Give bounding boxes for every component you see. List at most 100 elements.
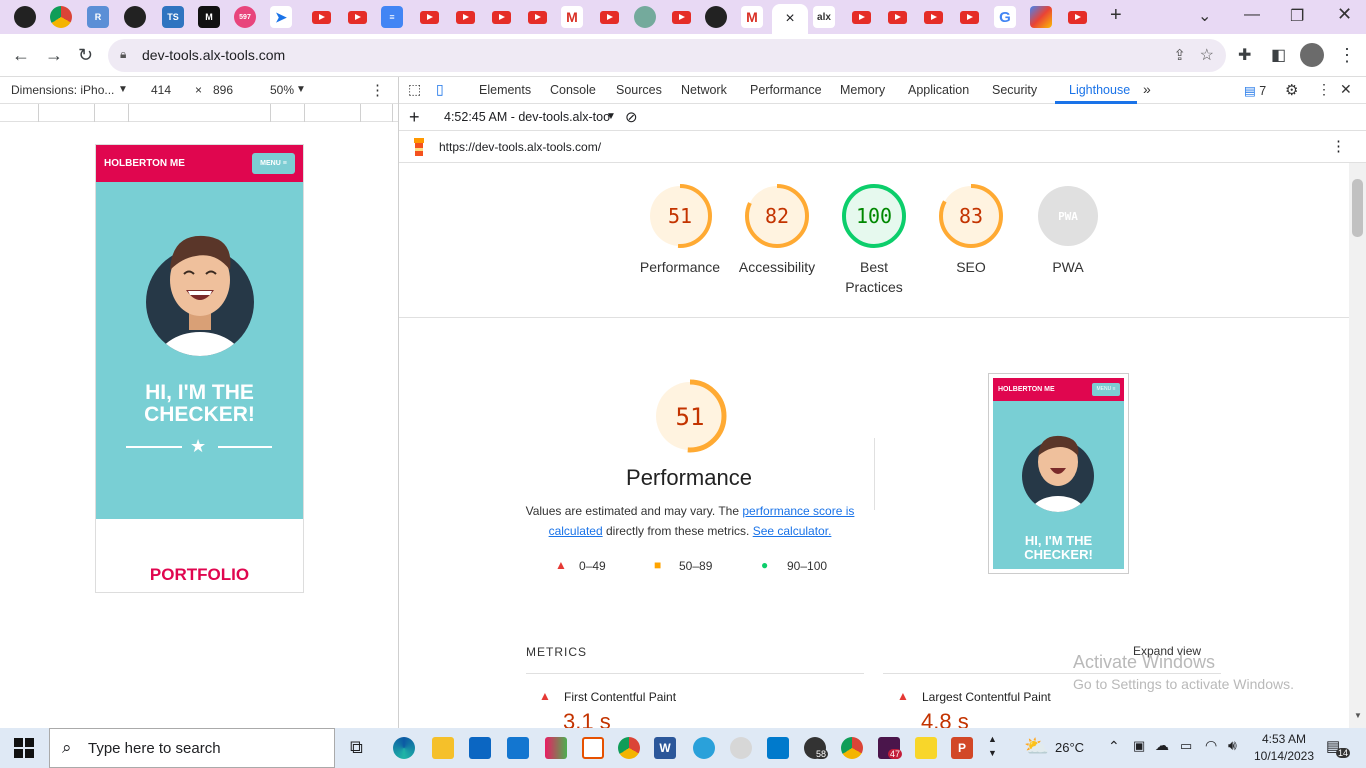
active-tab[interactable]: × bbox=[772, 4, 808, 34]
volume-icon[interactable]: 🔊︎ bbox=[1228, 737, 1237, 754]
arrow-tab[interactable]: ➤ bbox=[270, 6, 292, 28]
weather-icon[interactable]: ⛅ bbox=[1024, 734, 1049, 759]
chevron-down-icon[interactable]: ▼ bbox=[118, 84, 128, 95]
tab-search-icon[interactable]: ⌄ bbox=[1198, 6, 1211, 26]
device-toggle-icon[interactable]: ▯ bbox=[436, 81, 444, 98]
new-tab-icon[interactable]: + bbox=[1110, 4, 1122, 27]
extensions-icon[interactable]: ✚ bbox=[1238, 45, 1251, 65]
see-calculator-link[interactable]: See calculator. bbox=[753, 524, 832, 538]
report-selector[interactable]: 4:52:45 AM - dev-tools.alx-too bbox=[444, 110, 610, 124]
google-tab[interactable]: G bbox=[994, 6, 1016, 28]
github-tab[interactable] bbox=[14, 6, 36, 28]
device-width-input[interactable]: 414 bbox=[151, 83, 171, 97]
device-dimensions-select[interactable]: Dimensions: iPho... bbox=[11, 83, 114, 97]
github-tab-2[interactable] bbox=[124, 6, 146, 28]
close-tab-icon[interactable]: × bbox=[785, 10, 794, 28]
taskbar-search[interactable]: ⌕ Type here to search bbox=[49, 728, 335, 768]
slack-icon[interactable]: 47 bbox=[878, 737, 903, 759]
clock-date[interactable]: 10/14/2023 bbox=[1249, 749, 1319, 763]
settings-gear-icon[interactable]: ⚙ bbox=[1285, 81, 1298, 99]
final-screenshot[interactable]: HOLBERTON ME MENU ≡ HI, I'M THE CHECKER! bbox=[988, 373, 1129, 574]
close-devtools-icon[interactable]: ✕ bbox=[1340, 81, 1352, 98]
zoom-select[interactable]: 50% bbox=[270, 83, 294, 97]
wifi-icon[interactable]: ◠ bbox=[1205, 737, 1217, 754]
app-icon[interactable] bbox=[730, 737, 752, 759]
forward-icon[interactable]: → bbox=[45, 45, 63, 66]
chevron-down-icon[interactable]: ▼ bbox=[296, 84, 306, 95]
close-window-icon[interactable]: ✕ bbox=[1337, 4, 1352, 25]
colorful-tab[interactable] bbox=[1030, 6, 1052, 28]
chrome-icon[interactable] bbox=[618, 737, 640, 759]
clock-time[interactable]: 4:53 AM bbox=[1256, 732, 1312, 746]
medium-tab[interactable]: M bbox=[198, 6, 220, 28]
mail-icon[interactable] bbox=[507, 737, 529, 759]
chevron-down-icon[interactable]: ▼ bbox=[606, 111, 616, 122]
maximize-icon[interactable]: ❐ bbox=[1290, 6, 1304, 26]
youtube-tab[interactable] bbox=[598, 6, 620, 28]
whatsapp-icon[interactable]: 58 bbox=[804, 737, 829, 759]
inspect-element-icon[interactable]: ⬚ bbox=[408, 81, 421, 98]
score-gauge-accessibility[interactable]: 82 Accessibility bbox=[722, 183, 832, 277]
scrollbar-thumb[interactable] bbox=[1352, 179, 1363, 237]
chatgpt-tab[interactable] bbox=[634, 6, 656, 28]
report-menu-icon[interactable]: ⋮ bbox=[1331, 137, 1346, 155]
r-tab[interactable]: R bbox=[87, 6, 109, 28]
report-scrollbar[interactable]: ▼ bbox=[1349, 163, 1366, 728]
url-text[interactable]: dev-tools.alx-tools.com bbox=[142, 47, 285, 63]
docs-tab[interactable]: ≡ bbox=[381, 6, 403, 28]
gmail-tab-2[interactable]: M bbox=[741, 6, 763, 28]
app-icon[interactable] bbox=[545, 737, 567, 759]
devtools-menu-icon[interactable]: ⋮ bbox=[1317, 81, 1331, 98]
onedrive-icon[interactable]: ☁ bbox=[1155, 737, 1169, 754]
tray-chevron-icon[interactable]: ⌃ bbox=[1108, 738, 1120, 755]
chrome-icon-active[interactable] bbox=[841, 737, 863, 759]
bookmark-star-icon[interactable]: ☆ bbox=[1200, 45, 1214, 65]
tab-network[interactable]: Network bbox=[681, 83, 727, 97]
meet-icon[interactable]: ▣ bbox=[1133, 738, 1145, 754]
tab-lighthouse[interactable]: Lighthouse bbox=[1069, 83, 1130, 97]
app-icon[interactable] bbox=[582, 737, 604, 759]
score-gauge-performance[interactable]: 51 Performance bbox=[625, 183, 735, 277]
more-tabs-icon[interactable]: » bbox=[1143, 81, 1151, 97]
temperature[interactable]: 26°C bbox=[1055, 740, 1084, 755]
score-gauge-pwa[interactable]: PWA PWA bbox=[1013, 183, 1123, 277]
reload-icon[interactable]: ↻ bbox=[78, 45, 93, 66]
tab-elements[interactable]: Elements bbox=[479, 83, 531, 97]
powerpoint-icon[interactable]: P bbox=[951, 737, 973, 759]
scroll-down-icon[interactable]: ▼ bbox=[1354, 711, 1362, 720]
gmail-tab[interactable]: M bbox=[561, 6, 583, 28]
file-explorer-icon[interactable] bbox=[432, 737, 454, 759]
tab-memory[interactable]: Memory bbox=[840, 83, 885, 97]
tab-security[interactable]: Security bbox=[992, 83, 1037, 97]
side-panel-icon[interactable]: ◧ bbox=[1271, 45, 1286, 65]
youtube-tab[interactable] bbox=[454, 6, 476, 28]
omnibox[interactable]: 🔒︎ dev-tools.alx-tools.com ⇪ ☆ bbox=[108, 39, 1226, 72]
tab-performance[interactable]: Performance bbox=[750, 83, 822, 97]
phone-preview[interactable]: HOLBERTON ME MENU ≡ HI, I'M THE CHECKER!… bbox=[95, 144, 304, 593]
chrome-menu-icon[interactable]: ⋮ bbox=[1338, 45, 1356, 66]
score-gauge-seo[interactable]: 83 SEO bbox=[916, 183, 1026, 277]
youtube-tab[interactable] bbox=[922, 6, 944, 28]
avatar[interactable] bbox=[1300, 43, 1324, 67]
youtube-tab[interactable] bbox=[310, 6, 332, 28]
chrome-tab[interactable] bbox=[50, 6, 72, 28]
tab-application[interactable]: Application bbox=[908, 83, 969, 97]
youtube-tab[interactable] bbox=[958, 6, 980, 28]
youtube-tab[interactable] bbox=[850, 6, 872, 28]
tab-console[interactable]: Console bbox=[550, 83, 596, 97]
scroll-taskbar-icon[interactable]: ▲ ▼ bbox=[988, 732, 997, 760]
youtube-tab[interactable] bbox=[346, 6, 368, 28]
tab-sources[interactable]: Sources bbox=[616, 83, 662, 97]
youtube-tab[interactable] bbox=[670, 6, 692, 28]
store-icon[interactable] bbox=[469, 737, 491, 759]
youtube-tab[interactable] bbox=[418, 6, 440, 28]
device-height-input[interactable]: 896 bbox=[213, 83, 233, 97]
windows-start-icon[interactable] bbox=[14, 738, 34, 758]
phone-menu-button[interactable]: MENU ≡ bbox=[252, 153, 295, 174]
clear-icon[interactable]: ⊘ bbox=[625, 108, 638, 126]
sticky-notes-icon[interactable] bbox=[915, 737, 937, 759]
youtube-tab[interactable] bbox=[1066, 6, 1088, 28]
vscode-icon[interactable] bbox=[767, 737, 789, 759]
battery-icon[interactable]: ▭ bbox=[1180, 738, 1192, 754]
report-url[interactable]: https://dev-tools.alx-tools.com/ bbox=[439, 140, 601, 154]
